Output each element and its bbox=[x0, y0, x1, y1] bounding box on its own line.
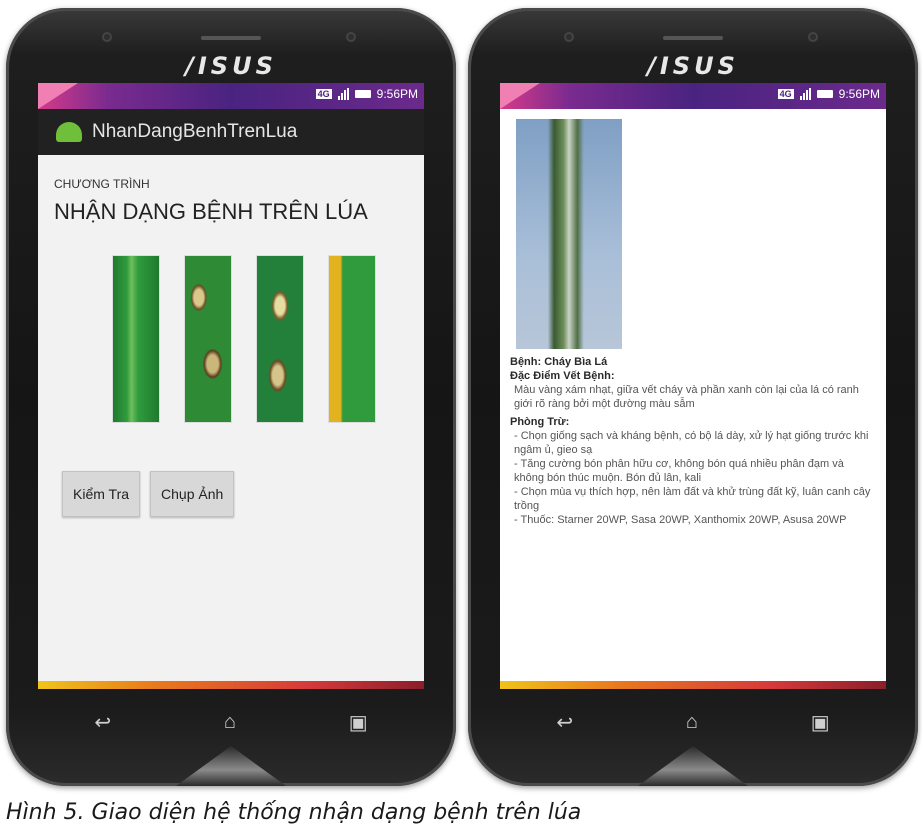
phone-left: /ISUS 4G 9:56PM NhanDangBenhTrenLua CHƯƠ… bbox=[6, 8, 456, 786]
phone-chin bbox=[176, 746, 286, 786]
nav-bar: ↩ ⌂ ▣ bbox=[38, 698, 424, 746]
signal-icon bbox=[799, 88, 811, 100]
button-row: Kiểm Tra Chụp Ảnh bbox=[62, 471, 408, 517]
status-time: 9:56PM bbox=[376, 87, 418, 101]
screen-bottom-accent bbox=[500, 681, 886, 689]
features-text: Màu vàng xám nhạt, giữa vết cháy và phần… bbox=[514, 384, 859, 410]
phone-right: /ISUS 4G 9:56PM Bệnh: Cháy Bìa Lá Đặc Đi… bbox=[468, 8, 918, 786]
status-bar: 4G 9:56PM bbox=[500, 83, 886, 109]
phone-chin bbox=[638, 746, 748, 786]
home-icon[interactable]: ⌂ bbox=[224, 711, 236, 734]
status-bar-accent bbox=[38, 83, 78, 109]
nav-bar: ↩ ⌂ ▣ bbox=[500, 698, 886, 746]
leaf-sample-image[interactable] bbox=[328, 255, 376, 423]
leaf-sample-image[interactable] bbox=[112, 255, 160, 423]
status-time: 9:56PM bbox=[838, 87, 880, 101]
status-icons: 4G 9:56PM bbox=[777, 87, 880, 101]
recents-icon[interactable]: ▣ bbox=[349, 710, 368, 735]
network-4g-icon: 4G bbox=[777, 89, 794, 99]
brand-logo: /ISUS bbox=[185, 52, 277, 80]
status-bar-accent bbox=[500, 83, 540, 109]
features-heading: Đặc Điểm Vết Bệnh: bbox=[510, 370, 615, 382]
prevention-heading: Phòng Trừ: bbox=[510, 416, 570, 428]
disease-name: Bệnh: Cháy Bìa Lá bbox=[510, 356, 608, 368]
status-icons: 4G 9:56PM bbox=[315, 87, 418, 101]
screen-bottom-accent bbox=[38, 681, 424, 689]
battery-icon bbox=[354, 90, 371, 98]
page-title: NHẬN DẠNG BỆNH TRÊN LÚA bbox=[54, 199, 368, 224]
leaf-sample-image[interactable] bbox=[256, 255, 304, 423]
main-content: CHƯƠNG TRÌNH NHẬN DẠNG BỆNH TRÊN LÚA Kiể… bbox=[38, 155, 424, 535]
disease-detail: Bệnh: Cháy Bìa Lá Đặc Điểm Vết Bệnh: Màu… bbox=[500, 109, 886, 681]
back-icon[interactable]: ↩ bbox=[556, 710, 573, 735]
program-label: CHƯƠNG TRÌNH bbox=[54, 177, 150, 191]
screen-left: 4G 9:56PM NhanDangBenhTrenLua CHƯƠNG TRÌ… bbox=[38, 83, 424, 681]
prevention-item: - Chọn giống sạch và kháng bệnh, có bộ l… bbox=[514, 430, 869, 456]
brand-logo: /ISUS bbox=[647, 52, 739, 80]
front-camera-icon bbox=[808, 32, 818, 42]
sample-images bbox=[112, 255, 408, 423]
android-app-icon bbox=[56, 122, 82, 142]
prevention-item: - Thuốc: Starner 20WP, Sasa 20WP, Xantho… bbox=[514, 514, 847, 526]
battery-icon bbox=[816, 90, 833, 98]
front-camera-icon bbox=[346, 32, 356, 42]
network-4g-icon: 4G bbox=[315, 89, 332, 99]
home-icon[interactable]: ⌂ bbox=[686, 711, 698, 734]
screen-right: 4G 9:56PM Bệnh: Cháy Bìa Lá Đặc Điểm Vết… bbox=[500, 83, 886, 681]
signal-icon bbox=[337, 88, 349, 100]
prevention-item: - Chọn mùa vụ thích hợp, nên làm đất và … bbox=[514, 486, 871, 512]
capture-photo-button[interactable]: Chụp Ảnh bbox=[150, 471, 235, 517]
action-bar: NhanDangBenhTrenLua bbox=[38, 109, 424, 155]
app-title: NhanDangBenhTrenLua bbox=[92, 121, 298, 142]
sensor-icon bbox=[102, 32, 112, 42]
leaf-sample-image[interactable] bbox=[184, 255, 232, 423]
speaker-grill bbox=[201, 36, 261, 40]
prevention-item: - Tăng cường bón phân hữu cơ, không bón … bbox=[514, 458, 844, 484]
figure-caption: Hình 5. Giao diện hệ thống nhận dạng bện… bbox=[6, 800, 582, 825]
back-icon[interactable]: ↩ bbox=[94, 710, 111, 735]
speaker-grill bbox=[663, 36, 723, 40]
recents-icon[interactable]: ▣ bbox=[811, 710, 830, 735]
check-button[interactable]: Kiểm Tra bbox=[62, 471, 141, 517]
disease-leaf-image bbox=[516, 119, 622, 349]
status-bar: 4G 9:56PM bbox=[38, 83, 424, 109]
sensor-icon bbox=[564, 32, 574, 42]
